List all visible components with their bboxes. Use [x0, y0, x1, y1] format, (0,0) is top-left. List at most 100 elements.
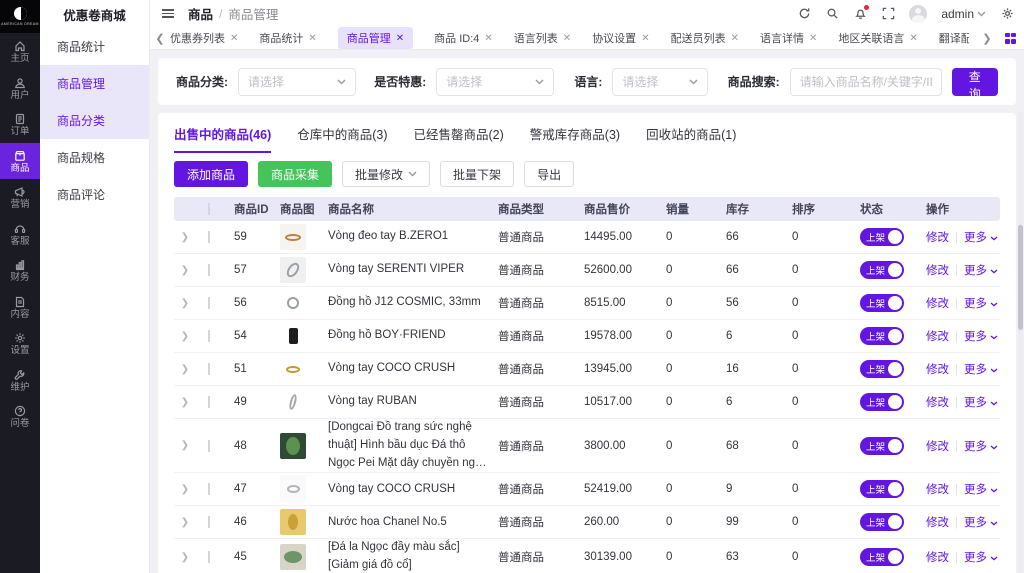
status-toggle[interactable]: 上架	[860, 327, 904, 345]
edit-link[interactable]: 修改	[926, 364, 949, 376]
close-tab-icon[interactable]: ✕	[396, 33, 404, 44]
more-link[interactable]: 更多	[964, 517, 998, 529]
rail-item-home[interactable]: 主页	[0, 33, 40, 70]
edit-link[interactable]: 修改	[926, 552, 949, 564]
row-expand-icon[interactable]: ❯	[174, 331, 200, 342]
submenu-item[interactable]: 商品统计	[40, 28, 149, 65]
fullscreen-icon[interactable]	[881, 7, 895, 21]
row-expand-icon[interactable]: ❯	[174, 298, 200, 309]
breadcrumb-root[interactable]: 商品	[188, 4, 213, 23]
rail-item-user[interactable]: 用户	[0, 70, 40, 107]
batch-edit-button[interactable]: 批量修改	[342, 161, 430, 187]
page-tab[interactable]: 地区关联语言✕	[838, 30, 917, 46]
product-status-tab[interactable]: 回收站的商品(1)	[646, 124, 736, 153]
category-select[interactable]: 请选择	[238, 68, 356, 96]
edit-link[interactable]: 修改	[926, 265, 949, 277]
submenu-item[interactable]: 商品管理	[40, 65, 149, 102]
product-status-tab[interactable]: 已经售罄商品(2)	[414, 124, 504, 153]
close-tab-icon[interactable]: ✕	[308, 33, 316, 44]
rail-item-maintenance[interactable]: 维护	[0, 362, 40, 399]
product-thumbnail[interactable]	[280, 433, 306, 459]
rail-item-goods[interactable]: 商品	[0, 143, 40, 180]
more-link[interactable]: 更多	[964, 331, 998, 343]
edit-link[interactable]: 修改	[926, 232, 949, 244]
submenu-item[interactable]: 商品评论	[40, 176, 149, 213]
rail-item-survey[interactable]: 问卷	[0, 398, 40, 435]
edit-link[interactable]: 修改	[926, 441, 949, 453]
row-checkbox[interactable]	[208, 483, 210, 495]
row-checkbox[interactable]	[208, 396, 210, 408]
product-thumbnail[interactable]	[280, 356, 306, 382]
row-checkbox[interactable]	[208, 330, 210, 342]
batch-offshelf-button[interactable]: 批量下架	[440, 161, 514, 187]
product-thumbnail[interactable]	[280, 323, 306, 349]
product-status-tab[interactable]: 仓库中的商品(3)	[297, 124, 387, 153]
add-product-button[interactable]: 添加商品	[174, 161, 248, 187]
page-tab[interactable]: 语言详情✕	[760, 30, 817, 46]
row-checkbox[interactable]	[208, 516, 210, 528]
rail-item-finance[interactable]: 财务	[0, 252, 40, 289]
scrollbar-track[interactable]	[1018, 112, 1023, 573]
special-select[interactable]: 请选择	[436, 68, 554, 96]
product-status-tab[interactable]: 出售中的商品(46)	[174, 124, 271, 153]
language-select[interactable]: 请选择	[612, 68, 707, 96]
close-tab-icon[interactable]: ✕	[484, 33, 492, 44]
row-expand-icon[interactable]: ❯	[174, 232, 200, 243]
status-toggle[interactable]: 上架	[860, 437, 904, 455]
product-thumbnail[interactable]	[280, 544, 306, 570]
edit-link[interactable]: 修改	[926, 484, 949, 496]
settings-gear-icon[interactable]	[1000, 7, 1014, 21]
more-link[interactable]: 更多	[964, 298, 998, 310]
row-expand-icon[interactable]: ❯	[174, 397, 200, 408]
close-tab-icon[interactable]: ✕	[909, 33, 917, 44]
row-expand-icon[interactable]: ❯	[174, 552, 200, 563]
row-expand-icon[interactable]: ❯	[174, 265, 200, 276]
status-toggle[interactable]: 上架	[860, 360, 904, 378]
tabs-scroll-right-icon[interactable]: ❯	[977, 32, 997, 45]
close-tab-icon[interactable]: ✕	[563, 33, 571, 44]
brand-logo[interactable]: AMERICAN DREAM	[0, 0, 40, 33]
scrollbar-thumb[interactable]	[1018, 225, 1023, 330]
status-toggle[interactable]: 上架	[860, 261, 904, 279]
page-tab[interactable]: 配送员列表✕	[671, 30, 739, 46]
page-tab[interactable]: 协议设置✕	[592, 30, 649, 46]
close-tab-icon[interactable]: ✕	[230, 33, 238, 44]
row-checkbox[interactable]	[208, 231, 210, 243]
page-tab[interactable]: 商品统计✕	[259, 30, 316, 46]
more-link[interactable]: 更多	[964, 441, 998, 453]
row-checkbox[interactable]	[208, 551, 210, 563]
page-tab[interactable]: 商品 ID:4✕	[434, 30, 493, 46]
status-toggle[interactable]: 上架	[860, 548, 904, 566]
row-expand-icon[interactable]: ❯	[174, 364, 200, 375]
rail-item-order[interactable]: 订单	[0, 106, 40, 143]
more-link[interactable]: 更多	[964, 265, 998, 277]
status-toggle[interactable]: 上架	[860, 513, 904, 531]
more-link[interactable]: 更多	[964, 552, 998, 564]
product-thumbnail[interactable]	[280, 389, 306, 415]
row-checkbox[interactable]	[208, 440, 210, 452]
edit-link[interactable]: 修改	[926, 298, 949, 310]
search-icon[interactable]	[825, 7, 839, 21]
row-checkbox[interactable]	[208, 297, 210, 309]
product-thumbnail[interactable]	[280, 476, 306, 502]
product-thumbnail[interactable]	[280, 224, 306, 250]
product-search-input[interactable]	[790, 68, 942, 96]
edit-link[interactable]: 修改	[926, 331, 949, 343]
row-checkbox[interactable]	[208, 363, 210, 375]
user-avatar[interactable]	[909, 5, 927, 23]
row-checkbox[interactable]	[208, 264, 210, 276]
collect-product-button[interactable]: 商品采集	[258, 161, 332, 187]
page-tab[interactable]: 语言列表✕	[514, 30, 571, 46]
rail-item-content[interactable]: 内容	[0, 289, 40, 326]
select-all-checkbox[interactable]	[208, 203, 210, 215]
row-expand-icon[interactable]: ❯	[174, 517, 200, 528]
close-tab-icon[interactable]: ✕	[809, 33, 817, 44]
notification-bell-icon[interactable]	[853, 7, 867, 21]
collapse-menu-icon[interactable]	[162, 9, 174, 18]
product-thumbnail[interactable]	[280, 290, 306, 316]
close-tab-icon[interactable]: ✕	[641, 33, 649, 44]
page-tab[interactable]: 翻译配置✕	[939, 30, 969, 46]
product-thumbnail[interactable]	[280, 509, 306, 535]
edit-link[interactable]: 修改	[926, 397, 949, 409]
refresh-icon[interactable]	[797, 7, 811, 21]
